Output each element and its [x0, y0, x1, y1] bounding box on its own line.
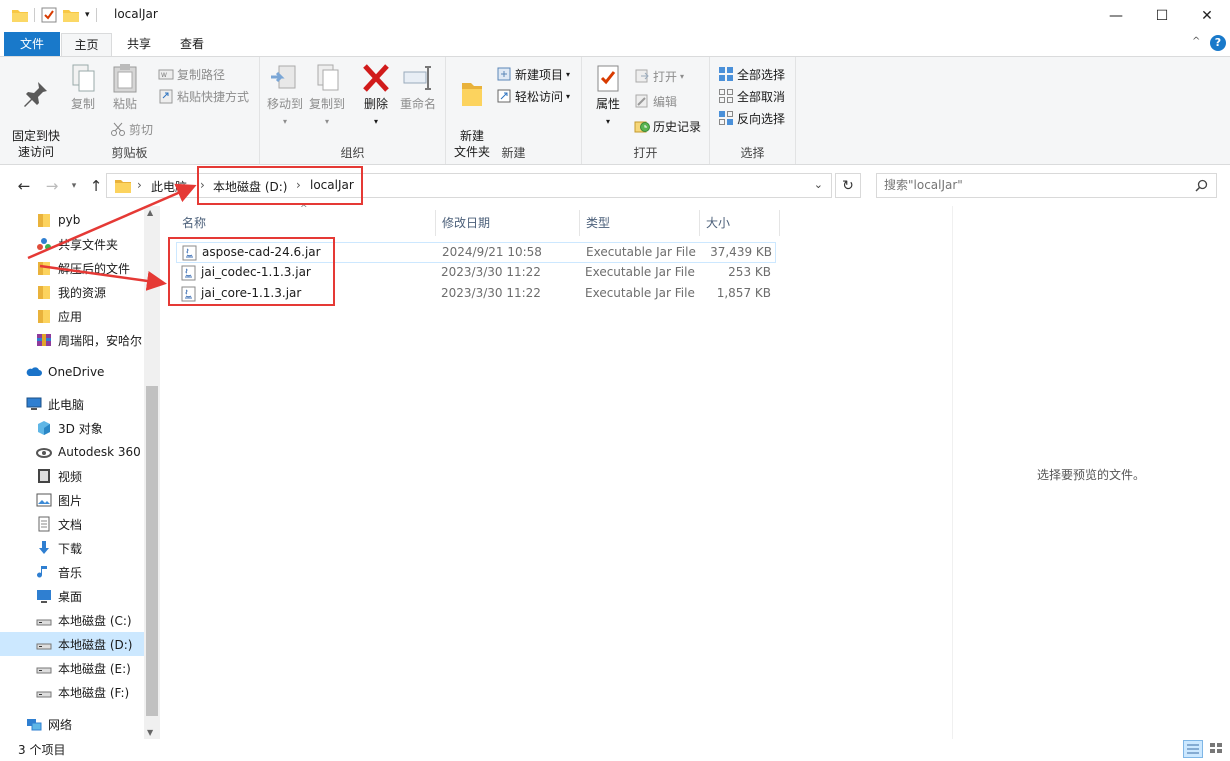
annotation-arrow-files [39, 264, 167, 291]
file-explorer-window: ▾ localJar — ☐ ✕ 文件 主页 共享 查看 ^ ? 固定到快 速访… [0, 0, 1230, 761]
annotation-arrow-address [27, 183, 197, 260]
annotation-arrows [27, 183, 197, 291]
